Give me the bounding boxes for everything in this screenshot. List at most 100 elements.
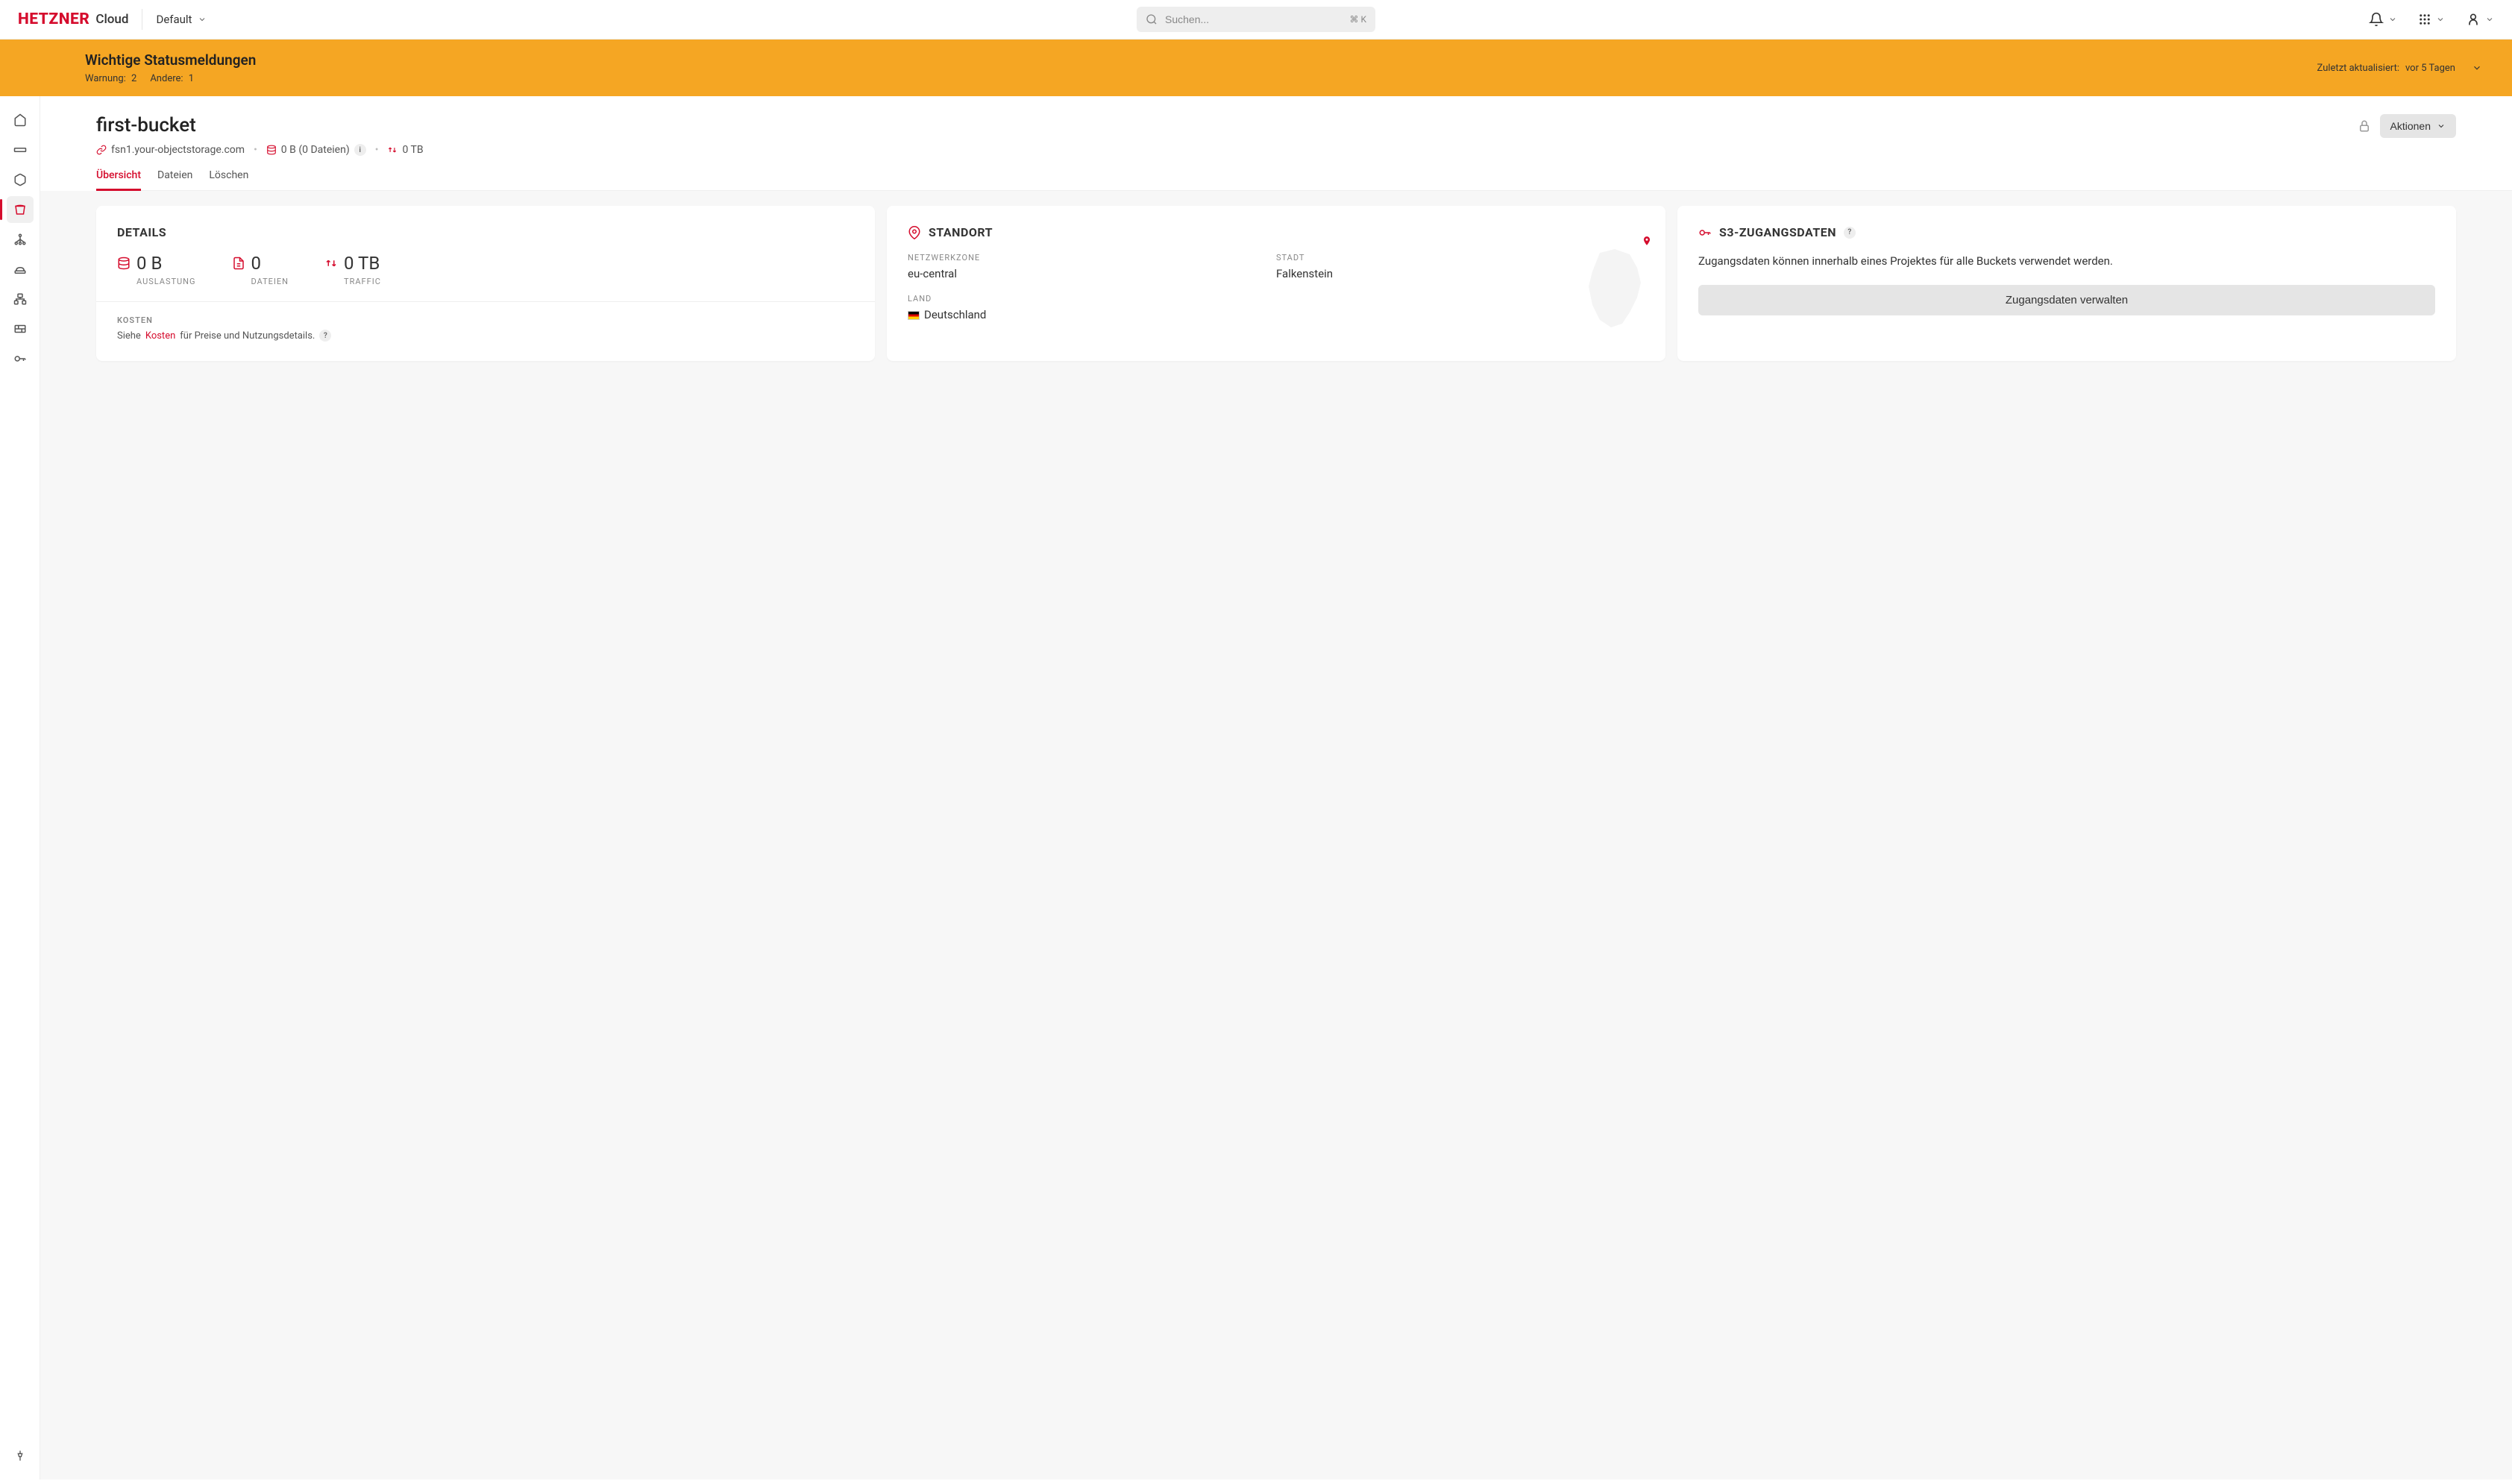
- warn-label: Warnung:: [85, 73, 126, 84]
- traffic-value: 0 TB: [402, 144, 423, 156]
- banner-left: Wichtige Statusmeldungen Warnung: 2 Ande…: [85, 51, 256, 84]
- country-field: LAND Deutschland: [908, 294, 1276, 321]
- zone-label: NETZWERKZONE: [908, 253, 1276, 262]
- apps-button[interactable]: [2418, 13, 2445, 26]
- sidebar-item-floatingips[interactable]: [7, 256, 34, 283]
- sidebar-item-loadbalancers[interactable]: [7, 226, 34, 253]
- bucket-icon: [13, 203, 27, 216]
- stat-files: 0 DATEIEN: [232, 253, 289, 286]
- zone-value: eu-central: [908, 267, 1276, 280]
- status-banner: Wichtige Statusmeldungen Warnung: 2 Ande…: [0, 40, 2512, 96]
- manage-credentials-button[interactable]: Zugangsdaten verwalten: [1698, 285, 2435, 315]
- pin-icon: [14, 1450, 26, 1462]
- details-stats: 0 B AUSLASTUNG 0 DATEIEN: [117, 253, 854, 286]
- link-icon: [96, 145, 107, 155]
- user-menu-button[interactable]: [2466, 12, 2494, 27]
- tab-files[interactable]: Dateien: [157, 169, 192, 191]
- grid-icon: [2418, 13, 2431, 26]
- location-title: STANDORT: [929, 225, 993, 239]
- country-value: Deutschland: [924, 308, 986, 321]
- help-badge[interactable]: ?: [319, 330, 331, 342]
- separator-dot: •: [375, 144, 379, 156]
- tab-delete[interactable]: Löschen: [209, 169, 248, 191]
- chevron-down-icon: [2436, 15, 2445, 24]
- bell-icon: [2369, 12, 2384, 27]
- usage-value: 0 B: [136, 253, 162, 274]
- banner-counts: Warnung: 2 Andere: 1: [85, 73, 256, 84]
- chevron-down-icon: [2485, 15, 2494, 24]
- updated-label: Zuletzt aktualisiert:: [2317, 63, 2399, 74]
- tab-overview[interactable]: Übersicht: [96, 169, 141, 191]
- credentials-title: S3-ZUGANGSDATEN: [1719, 225, 1836, 239]
- banner-title: Wichtige Statusmeldungen: [85, 51, 256, 69]
- size-value: 0 B (0 Dateien): [281, 144, 350, 156]
- sidebar-item-volumes[interactable]: [7, 166, 34, 193]
- sidebar-item-security[interactable]: [7, 345, 34, 372]
- endpoint-value: fsn1.your-objectstorage.com: [111, 144, 245, 156]
- help-badge[interactable]: ?: [1844, 227, 1856, 239]
- other-label: Andere:: [150, 73, 183, 84]
- details-title: DETAILS: [117, 225, 854, 239]
- updated-value: vor 5 Tagen: [2405, 63, 2455, 74]
- endpoint-meta: fsn1.your-objectstorage.com: [96, 144, 245, 156]
- project-name: Default: [156, 13, 192, 26]
- separator-dot: •: [254, 144, 257, 156]
- user-icon: [2466, 12, 2481, 27]
- logo[interactable]: HETZNER Cloud: [18, 10, 128, 28]
- lock-icon[interactable]: [2358, 119, 2371, 133]
- cost-link[interactable]: Kosten: [145, 330, 175, 342]
- stat-usage: 0 B AUSLASTUNG: [117, 253, 196, 286]
- info-badge[interactable]: i: [354, 144, 366, 156]
- zone-field: NETZWERKZONE eu-central: [908, 253, 1276, 280]
- sidebar: [0, 96, 40, 1480]
- sidebar-item-networks[interactable]: [7, 286, 34, 312]
- cost-suffix: für Preise und Nutzungsdetails.: [180, 330, 315, 342]
- cost-prefix: Siehe: [117, 330, 141, 342]
- firewall-icon: [13, 322, 27, 336]
- cost-label: KOSTEN: [117, 315, 854, 325]
- traffic-stat-value: 0 TB: [344, 253, 380, 274]
- stat-traffic: 0 TB TRAFFIC: [324, 253, 381, 286]
- sidebar-item-storage[interactable]: [7, 196, 34, 223]
- volume-icon: [13, 173, 27, 186]
- sidebar-item-pin[interactable]: [7, 1442, 34, 1469]
- search-box[interactable]: ⌘ K: [1137, 7, 1375, 32]
- notifications-button[interactable]: [2369, 12, 2397, 27]
- cost-section: KOSTEN Siehe Kosten für Preise und Nutzu…: [96, 301, 875, 342]
- header-right: [2369, 12, 2494, 27]
- country-label: LAND: [908, 294, 1276, 304]
- location-grid: NETZWERKZONE eu-central STADT Falkenstei…: [908, 253, 1645, 321]
- page-meta: fsn1.your-objectstorage.com • 0 B (0 Dat…: [96, 144, 424, 156]
- search-input[interactable]: [1165, 13, 1342, 25]
- sidebar-item-firewalls[interactable]: [7, 315, 34, 342]
- search-kbd: ⌘ K: [1349, 14, 1366, 25]
- other-count: 1: [189, 73, 194, 84]
- search-wrap: ⌘ K: [1137, 7, 1375, 32]
- project-selector[interactable]: Default: [156, 13, 207, 26]
- content: DETAILS 0 B AUSLASTUNG 0: [40, 191, 2512, 1480]
- brand-wordmark: HETZNER: [18, 10, 90, 28]
- credentials-description: Zugangsdaten können innerhalb eines Proj…: [1698, 253, 2435, 270]
- actions-button[interactable]: Aktionen: [2380, 114, 2456, 138]
- floatingip-icon: [13, 262, 27, 276]
- top-header: HETZNER Cloud Default ⌘ K: [0, 0, 2512, 40]
- traffic-label: TRAFFIC: [344, 277, 381, 286]
- traffic-meta: 0 TB: [387, 144, 423, 156]
- chevron-down-icon: [2437, 122, 2446, 131]
- chevron-down-icon: [2388, 15, 2397, 24]
- chevron-down-icon: [2472, 63, 2482, 73]
- banner-right[interactable]: Zuletzt aktualisiert: vor 5 Tagen: [2317, 63, 2482, 74]
- actions-right: Aktionen: [2358, 114, 2456, 138]
- sidebar-item-home[interactable]: [7, 107, 34, 133]
- key-icon: [13, 352, 27, 365]
- key-icon: [1698, 226, 1712, 239]
- page-title: first-bucket: [96, 114, 424, 136]
- sidebar-item-servers[interactable]: [7, 136, 34, 163]
- main: first-bucket fsn1.your-objectstorage.com…: [40, 96, 2512, 1480]
- page-head: first-bucket fsn1.your-objectstorage.com…: [40, 96, 2512, 191]
- actions-button-label: Aktionen: [2390, 120, 2431, 132]
- files-label: DATEIEN: [251, 277, 289, 286]
- usage-label: AUSLASTUNG: [136, 277, 196, 286]
- file-icon: [232, 257, 245, 270]
- files-value: 0: [251, 253, 262, 274]
